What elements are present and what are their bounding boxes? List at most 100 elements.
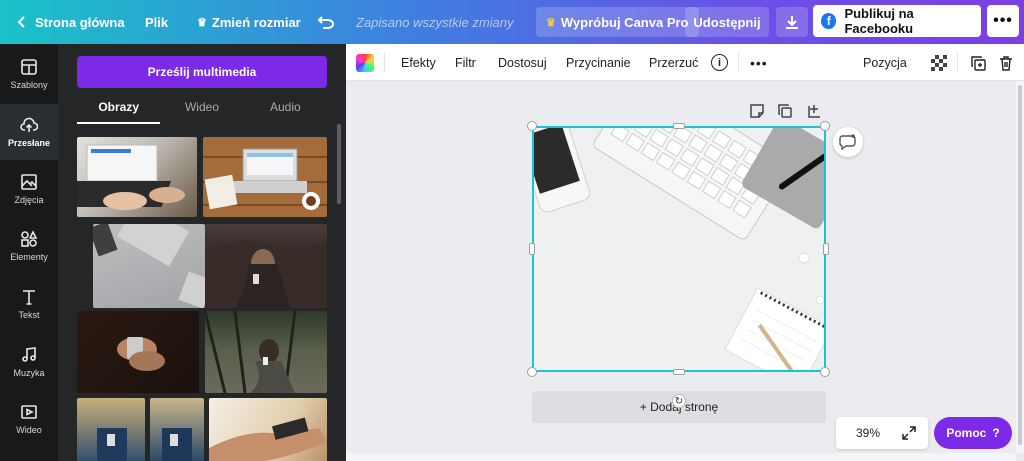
panel-scrollbar[interactable] bbox=[337, 124, 341, 204]
home-label: Strona główna bbox=[35, 14, 125, 30]
try-pro-label: Wypróbuj Canva Pro bbox=[560, 14, 689, 30]
fullscreen-icon[interactable] bbox=[902, 426, 916, 440]
info-button[interactable]: i bbox=[711, 44, 728, 81]
video-icon bbox=[21, 405, 37, 419]
uploaded-image-thumbnail[interactable] bbox=[150, 398, 204, 461]
resize-handle[interactable] bbox=[529, 243, 535, 255]
help-button[interactable]: Pomoc ? bbox=[934, 417, 1012, 449]
uploaded-image-thumbnail[interactable] bbox=[77, 398, 145, 461]
filter-button[interactable]: Filtr bbox=[455, 44, 476, 81]
download-button[interactable] bbox=[776, 7, 808, 37]
rail-item-label: Elementy bbox=[10, 252, 48, 262]
uploaded-image-thumbnail[interactable] bbox=[209, 398, 327, 461]
rail-item-elements[interactable]: Elementy bbox=[0, 218, 58, 274]
transparency-button[interactable] bbox=[931, 44, 947, 81]
home-link[interactable]: Strona główna bbox=[16, 0, 125, 44]
add-comment-button[interactable] bbox=[833, 127, 863, 157]
uploaded-image-thumbnail[interactable] bbox=[93, 224, 205, 308]
rail-item-text[interactable]: Tekst bbox=[0, 276, 58, 332]
add-page-icon bbox=[808, 105, 820, 118]
crown-icon: ♛ bbox=[546, 16, 556, 29]
comment-icon bbox=[839, 134, 856, 150]
resize-handle[interactable] bbox=[820, 367, 830, 377]
desk-flatlay-image bbox=[534, 128, 824, 370]
resize-handle[interactable] bbox=[823, 243, 829, 255]
rail-item-label: Muzyka bbox=[13, 368, 45, 378]
templates-icon bbox=[21, 59, 37, 75]
rail-item-label: Tekst bbox=[18, 310, 40, 320]
divider bbox=[384, 53, 385, 72]
scrollbar-thumb[interactable] bbox=[1018, 85, 1022, 445]
uploaded-image-thumbnail[interactable] bbox=[205, 224, 327, 308]
duplicate-icon bbox=[778, 104, 792, 118]
file-menu[interactable]: Plik bbox=[145, 0, 168, 44]
rail-item-uploads[interactable]: Przesłane bbox=[0, 104, 58, 160]
share-button[interactable]: Udostępnij bbox=[685, 7, 769, 37]
uploaded-image-thumbnail[interactable] bbox=[77, 137, 197, 217]
uploaded-image-thumbnail[interactable] bbox=[77, 311, 199, 393]
transparency-icon bbox=[931, 54, 947, 71]
save-status: Zapisano wszystkie zmiany bbox=[356, 14, 514, 30]
more-icon: ••• bbox=[750, 54, 768, 71]
rail-item-video[interactable]: Wideo bbox=[0, 391, 58, 447]
tab-audio[interactable]: Audio bbox=[244, 96, 327, 124]
rail-item-photos[interactable]: Zdjęcia bbox=[0, 161, 58, 217]
rotate-handle[interactable]: ↻ bbox=[672, 394, 686, 408]
man-phone-image bbox=[162, 428, 192, 461]
note-icon bbox=[750, 104, 764, 118]
uploaded-image-thumbnail[interactable] bbox=[205, 311, 327, 393]
try-pro-button[interactable]: ♛ Wypróbuj Canva Pro bbox=[536, 7, 699, 37]
top-bar: Strona główna Plik ♛ Zmień rozmiar Zapis… bbox=[0, 0, 1024, 44]
music-icon bbox=[22, 347, 36, 362]
tab-images[interactable]: Obrazy bbox=[77, 96, 161, 124]
add-page-icon-button[interactable] bbox=[806, 103, 822, 119]
effects-button[interactable]: Efekty bbox=[401, 44, 436, 81]
crop-button[interactable]: Przycinanie bbox=[566, 44, 631, 81]
uploads-panel: Prześlij multimedia Obrazy Wideo Audio bbox=[58, 44, 346, 461]
color-picker[interactable] bbox=[356, 44, 374, 81]
resize-handle[interactable] bbox=[673, 369, 685, 375]
page-notes-button[interactable] bbox=[749, 103, 765, 119]
rail-item-music[interactable]: Muzyka bbox=[0, 334, 58, 390]
help-label: Pomoc bbox=[946, 426, 987, 440]
delete-button[interactable] bbox=[998, 44, 1014, 81]
undo-button[interactable] bbox=[317, 0, 335, 44]
hand-phone-image bbox=[209, 417, 327, 461]
woman-stairs-image bbox=[205, 311, 297, 393]
resize-handle[interactable] bbox=[527, 121, 537, 131]
position-button[interactable]: Pozycja bbox=[863, 44, 907, 81]
duplicate-page-button[interactable] bbox=[777, 103, 793, 119]
horizontal-scrollbar[interactable] bbox=[346, 453, 1016, 461]
side-rail: Szablony Przesłane Zdjęcia Elementy Teks… bbox=[0, 44, 58, 461]
design-page-image[interactable] bbox=[532, 126, 826, 372]
vertical-scrollbar[interactable] bbox=[1016, 81, 1024, 453]
more-button[interactable]: ••• bbox=[987, 5, 1019, 37]
tab-video[interactable]: Wideo bbox=[160, 96, 243, 124]
resize-button[interactable]: ♛ Zmień rozmiar bbox=[197, 0, 301, 44]
flip-button[interactable]: Przerzuć bbox=[649, 44, 698, 81]
rail-item-label: Szablony bbox=[10, 80, 48, 90]
undo-icon bbox=[317, 16, 334, 29]
edit-toolbar: Efekty Filtr Dostosuj Przycinanie Przerz… bbox=[346, 44, 1024, 81]
duplicate-button[interactable] bbox=[970, 44, 986, 81]
upload-cloud-icon bbox=[20, 117, 38, 132]
uploaded-image-thumbnail[interactable] bbox=[203, 137, 327, 217]
divider bbox=[957, 53, 958, 72]
question-icon: ? bbox=[992, 426, 1000, 440]
upload-media-button[interactable]: Prześlij multimedia bbox=[77, 56, 327, 88]
man-phone-image bbox=[97, 428, 127, 461]
facebook-icon: f bbox=[821, 13, 837, 29]
shapes-icon bbox=[21, 230, 38, 247]
woman-phone-image bbox=[205, 240, 327, 308]
publish-facebook-button[interactable]: f Publikuj na Facebooku bbox=[813, 5, 981, 37]
zoom-control[interactable]: 39% bbox=[836, 417, 928, 449]
hands-phone-image bbox=[117, 337, 165, 371]
rail-item-templates[interactable]: Szablony bbox=[0, 46, 58, 102]
resize-handle[interactable] bbox=[820, 121, 830, 131]
laptop-desk-image bbox=[203, 148, 327, 210]
resize-handle[interactable] bbox=[673, 123, 685, 129]
publish-label: Publikuj na Facebooku bbox=[844, 6, 914, 36]
more-options-button[interactable]: ••• bbox=[750, 44, 768, 81]
adjust-button[interactable]: Dostosuj bbox=[498, 44, 547, 81]
resize-handle[interactable] bbox=[527, 367, 537, 377]
